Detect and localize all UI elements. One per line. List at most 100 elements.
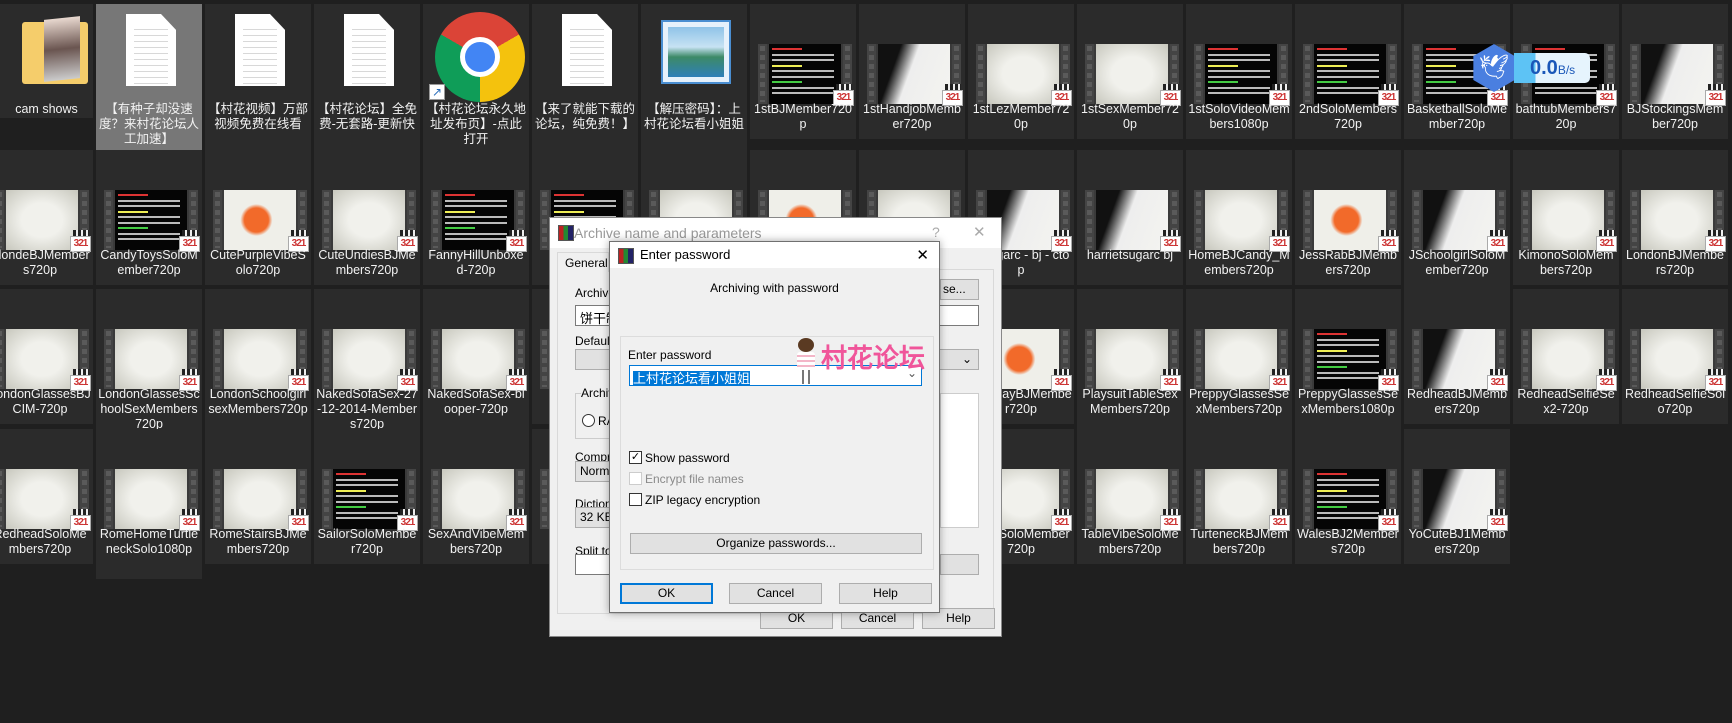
video-file-item[interactable]: 321 CandyToysSoloMember720p [96, 150, 202, 285]
forum-watermark: 村花论坛 [793, 338, 943, 388]
video-file-item[interactable]: 321 CutePurpleVibeSolo720p [205, 150, 311, 285]
video-thumbnail-warning: 321 [1295, 4, 1401, 106]
file-name-label: CutePurpleVibeSolo720p [210, 248, 306, 277]
file-item[interactable]: ↗ 【村花论坛永久地址发布页】-点此打开 [423, 4, 529, 154]
video-thumbnail-ink: 321 [1404, 150, 1510, 252]
file-name-label: CuteUndiesBJMembers720p [318, 248, 416, 277]
video-file-item[interactable]: 321 1stBJMember720p [750, 4, 856, 139]
tab-general[interactable]: General [557, 252, 609, 272]
video-thumbnail-warning: 321 [1295, 289, 1401, 391]
help-icon[interactable]: ? [932, 224, 940, 240]
video-file-item[interactable]: 321 CuteUndiesBJMembers720p [314, 150, 420, 285]
video-thumbnail-ink: 321 [1077, 150, 1183, 252]
organize-passwords-button[interactable]: Organize passwords... [630, 533, 922, 554]
password-dialog-title: Enter password [640, 247, 731, 262]
file-name-label: BJStockingsMember720p [1626, 102, 1724, 131]
video-file-item[interactable]: 321 YoCuteBJ1Members720p [1404, 429, 1510, 564]
video-file-item[interactable]: 321 LondonSchoolgirlsexMembers720p [205, 289, 311, 439]
file-name-label: RedheadBJMembers720p [1406, 387, 1508, 416]
file-name-label: NakedSofaSex-27-12-2014-Members720p [316, 387, 418, 431]
video-thumbnail-blank: 321 [1513, 150, 1619, 252]
file-item[interactable]: 【村花视频】万部视频免费在线看 [205, 4, 311, 154]
close-icon[interactable]: ✕ [916, 246, 929, 264]
file-name-label: BasketballSoloMember720p [1406, 102, 1508, 131]
password-ok-button[interactable]: OK [620, 583, 713, 604]
video-thumbnail-blank: 321 [1077, 4, 1183, 106]
video-file-item[interactable]: 321 RedheadSelfieSolo720p [1622, 289, 1728, 424]
video-file-item[interactable]: 321 WalesBJ2Members720p [1295, 429, 1401, 564]
video-file-item[interactable]: 321 LondonBJMembers720p [1622, 150, 1728, 285]
show-password-checkbox[interactable]: ✓ [629, 451, 642, 464]
video-file-item[interactable]: 321 RedheadSoloMembers720p [0, 429, 93, 564]
video-file-item[interactable]: 321 PreppyGlassesSexMembers720p [1186, 289, 1292, 439]
video-file-item[interactable]: 321 RedheadSelfieSex2-720p [1513, 289, 1619, 424]
video-file-item[interactable]: 321 NakedSofaSex-blooper-720p [423, 289, 529, 439]
video-thumbnail-splash: 321 [1295, 150, 1401, 252]
video-file-item[interactable]: 321 JessRabBJMembers720p [1295, 150, 1401, 285]
folder-item[interactable]: cam shows [0, 4, 93, 118]
file-name-label: LondonSchoolgirlsexMembers720p [208, 387, 308, 416]
file-name-label: 【村花论坛永久地址发布页】-点此打开 [425, 102, 526, 146]
video-file-item[interactable]: 321 harrietsugarc bj [1077, 150, 1183, 285]
enter-password-dialog: Enter password ✕ Archiving with password… [609, 241, 940, 613]
file-name-label: JessRabBJMembers720p [1299, 248, 1397, 277]
video-file-item[interactable]: 321 RomeHomeTurtleneckSolo1080p [96, 429, 202, 579]
folder-icon [0, 4, 93, 102]
encrypt-file-names-label: Encrypt file names [645, 472, 744, 486]
rar-radio[interactable] [582, 414, 595, 427]
file-name-label: PlaysuitTableSexMembers720p [1082, 387, 1178, 416]
file-item[interactable]: 【来了就能下载的论坛，纯免费！】 [532, 4, 638, 154]
video-thumbnail-blank: 321 [1077, 289, 1183, 391]
video-file-item[interactable]: 321 KimonoSoloMembers720p [1513, 150, 1619, 285]
file-name-label: YoCuteBJ1Members720p [1408, 527, 1506, 556]
video-file-item[interactable]: 321 PreppyGlassesSexMembers1080p [1295, 289, 1401, 439]
video-file-item[interactable]: 321 1stSoloVideoMembers1080p [1186, 4, 1292, 139]
video-file-item[interactable]: 321 RedheadBJMembers720p [1404, 289, 1510, 424]
video-file-item[interactable]: 321 LondonGlassesSchoolSexMembers720p [96, 289, 202, 439]
video-file-item[interactable]: 321 JSchoolgirlSoloMember720p [1404, 150, 1510, 300]
file-item[interactable]: 【有种子却没速度？来村花论坛人工加速】 [96, 4, 202, 154]
options-box [940, 393, 979, 528]
video-file-item[interactable]: 321 1stLezMember720p [968, 4, 1074, 139]
video-file-item[interactable]: 321 HomeBJCandy_Members720p [1186, 150, 1292, 285]
video-thumbnail-warning: 321 [1186, 4, 1292, 106]
video-file-item[interactable]: 321 RomeStairsBJMembers720p [205, 429, 311, 564]
file-name-label: LondonBJMembers720p [1626, 248, 1724, 277]
video-thumbnail-blank: 321 [314, 150, 420, 252]
video-file-item[interactable]: 321 SailorSoloMember720p [314, 429, 420, 564]
file-name-label: SexAndVibeMembers720p [427, 527, 525, 556]
file-name-label: 【村花视频】万部视频免费在线看 [207, 102, 308, 131]
zip-legacy-checkbox[interactable] [629, 493, 642, 506]
video-file-item[interactable]: 321 SexAndVibeMembers720p [423, 429, 529, 564]
speed-unit: B/s [1557, 63, 1576, 77]
video-file-item[interactable]: 321 BJStockingsMember720p [1622, 4, 1728, 139]
video-file-item[interactable]: 321 TableVibeSoloMembers720p [1077, 429, 1183, 564]
winrar-icon [618, 248, 634, 264]
file-name-label: CandyToysSoloMember720p [100, 248, 198, 277]
close-icon[interactable]: ✕ [973, 223, 986, 241]
password-help-button[interactable]: Help [839, 583, 932, 604]
update-mode-field[interactable] [940, 554, 979, 575]
video-file-item[interactable]: 321LondonGlassesBJCIM-720p [0, 289, 93, 424]
file-item[interactable]: 【村花论坛】全免费-无套路-更新快 [314, 4, 420, 154]
winrar-icon [558, 225, 574, 241]
file-item[interactable]: 【解压密码】：上村花论坛看小姐姐 [641, 4, 747, 154]
video-file-item[interactable]: 321 1stHandjobMember720p [859, 4, 965, 139]
browse-button[interactable]: se... [940, 279, 979, 300]
encrypt-file-names-checkbox [629, 472, 642, 485]
video-file-item[interactable]: 321 TurteneckBJMembers720p [1186, 429, 1292, 564]
video-file-item[interactable]: 321 1stSexMember720p [1077, 4, 1183, 139]
video-thumbnail-ink: 321 [859, 4, 965, 106]
video-file-item[interactable]: 321 BlondeBJMembers720p [0, 150, 93, 285]
video-file-item[interactable]: 321 FannyHillUnboxed-720p [423, 150, 529, 285]
video-file-item[interactable]: 321 PlaysuitTableSexMembers720p [1077, 289, 1183, 439]
file-name-label: 1stSexMember720p [1081, 102, 1179, 131]
file-name-label: 【来了就能下载的论坛，纯免费！】 [534, 102, 635, 131]
password-cancel-button[interactable]: Cancel [729, 583, 822, 604]
video-file-item[interactable]: 321 NakedSofaSex-27-12-2014-Members720p [314, 289, 420, 439]
video-file-item[interactable]: 321 2ndSoloMembers720p [1295, 4, 1401, 139]
video-thumbnail-blank: 321 [423, 429, 529, 531]
video-thumbnail-blank: 321 [96, 429, 202, 531]
download-speed-widget[interactable]: 🕊 0.0B/s [1470, 44, 1592, 92]
file-name-label: cam shows [15, 102, 78, 116]
